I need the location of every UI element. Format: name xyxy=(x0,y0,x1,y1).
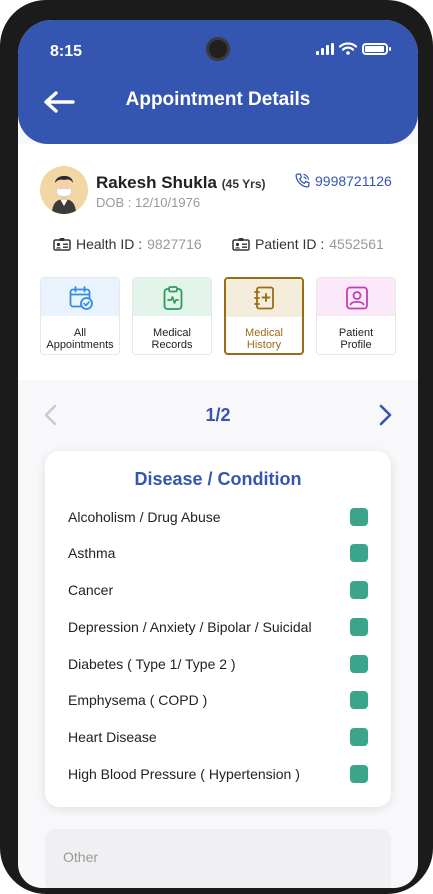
signal-icon xyxy=(316,42,334,55)
patient-id-value: 4552561 xyxy=(329,236,384,252)
chevron-right-icon[interactable] xyxy=(376,404,394,426)
condition-row[interactable]: Asthma xyxy=(68,543,368,563)
other-input[interactable]: Other xyxy=(45,829,391,888)
phone-frame: 8:15 Appointment Details Rakesh Shukla (… xyxy=(0,0,433,894)
condition-checkbox[interactable] xyxy=(350,544,368,562)
app-header: 8:15 Appointment Details xyxy=(18,20,418,144)
tile-label: Medical Records xyxy=(151,327,193,351)
condition-checkbox[interactable] xyxy=(350,655,368,673)
condition-checkbox[interactable] xyxy=(350,728,368,746)
disease-condition-card: Disease / Condition Alcoholism / Drug Ab… xyxy=(45,451,391,807)
condition-row[interactable]: Diabetes ( Type 1/ Type 2 ) xyxy=(68,654,368,674)
patient-id: Patient ID : 4552561 xyxy=(232,236,384,252)
calendar-check-icon xyxy=(69,286,93,310)
tile-medical-history[interactable]: Medical History xyxy=(224,277,304,355)
camera-notch xyxy=(206,37,230,61)
patient-dob: DOB : 12/10/1976 xyxy=(96,195,201,210)
condition-checkbox[interactable] xyxy=(350,581,368,599)
condition-checkbox[interactable] xyxy=(350,618,368,636)
condition-row[interactable]: Emphysema ( COPD ) xyxy=(68,690,368,710)
condition-label: Cancer xyxy=(68,582,114,598)
tile-label: Medical History xyxy=(245,327,283,351)
condition-label: Alcoholism / Drug Abuse xyxy=(68,509,221,525)
patient-age: (45 Yrs) xyxy=(221,177,266,191)
id-card-icon xyxy=(232,238,250,251)
profile-card-icon xyxy=(346,286,368,310)
other-placeholder: Other xyxy=(63,849,99,865)
phone-call-icon xyxy=(295,173,310,188)
condition-label: High Blood Pressure ( Hypertension ) xyxy=(68,766,300,782)
condition-checkbox[interactable] xyxy=(350,691,368,709)
condition-label: Asthma xyxy=(68,545,116,561)
condition-label: Diabetes ( Type 1/ Type 2 ) xyxy=(68,656,236,672)
wifi-icon xyxy=(339,42,357,55)
avatar xyxy=(40,166,88,214)
status-icons xyxy=(316,42,391,55)
page-title: Appointment Details xyxy=(125,89,311,110)
health-id-label: Health ID : xyxy=(76,236,143,252)
condition-row[interactable]: High Blood Pressure ( Hypertension ) xyxy=(68,764,368,784)
condition-row[interactable]: Alcoholism / Drug Abuse xyxy=(68,507,368,527)
tile-label: All Appointments xyxy=(46,327,114,351)
condition-label: Heart Disease xyxy=(68,729,157,745)
tile-label: Patient Profile xyxy=(338,327,374,351)
clipboard-pulse-icon xyxy=(163,286,183,310)
battery-icon xyxy=(362,42,391,55)
status-time: 8:15 xyxy=(50,43,83,60)
health-id: Health ID : 9827716 xyxy=(53,236,202,252)
tile-patient-profile[interactable]: Patient Profile xyxy=(316,277,396,355)
condition-row[interactable]: Cancer xyxy=(68,580,368,600)
app-screen: 8:15 Appointment Details Rakesh Shukla (… xyxy=(18,20,418,888)
condition-checkbox[interactable] xyxy=(350,765,368,783)
condition-checkbox[interactable] xyxy=(350,508,368,526)
call-patient-link[interactable]: 9998721126 xyxy=(294,172,392,189)
page-indicator: 1/2 xyxy=(205,405,231,425)
patient-id-label: Patient ID : xyxy=(255,236,325,252)
patient-name-text: Rakesh Shukla xyxy=(96,173,217,192)
condition-row[interactable]: Depression / Anxiety / Bipolar / Suicida… xyxy=(68,617,368,637)
id-card-icon xyxy=(53,238,71,251)
medical-book-icon xyxy=(254,286,274,310)
section-title: Disease / Condition xyxy=(134,469,302,489)
patient-name: Rakesh Shukla (45 Yrs) xyxy=(96,173,266,193)
phone-number: 9998721126 xyxy=(315,172,392,189)
tile-medical-records[interactable]: Medical Records xyxy=(132,277,212,355)
condition-label: Depression / Anxiety / Bipolar / Suicida… xyxy=(68,619,312,635)
condition-label: Emphysema ( COPD ) xyxy=(68,692,208,708)
condition-row[interactable]: Heart Disease xyxy=(68,727,368,747)
health-id-value: 9827716 xyxy=(147,236,202,252)
tile-all-appointments[interactable]: All Appointments xyxy=(40,277,120,355)
patient-profile-card: Rakesh Shukla (45 Yrs) DOB : 12/10/1976 … xyxy=(18,144,418,380)
